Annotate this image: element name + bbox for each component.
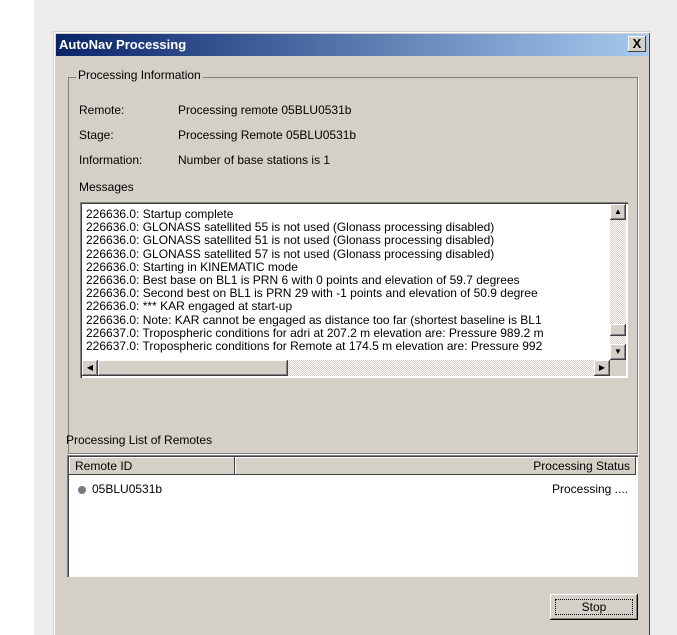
remotes-list[interactable]: Remote ID Processing Status 05BLU0531b P… <box>67 455 638 577</box>
remote-value: Processing remote 05BLU0531b <box>178 103 352 117</box>
autonav-processing-dialog: AutoNav Processing X Processing Informat… <box>53 31 650 635</box>
scroll-down-icon: ▼ <box>614 347 622 356</box>
information-label: Information: <box>79 153 143 167</box>
stage-label: Stage: <box>79 128 114 142</box>
scroll-up-button[interactable]: ▲ <box>610 204 626 220</box>
messages-vertical-scrollbar[interactable]: ▲ ▼ <box>610 204 626 360</box>
remote-label: Remote: <box>79 103 125 117</box>
processing-information-legend: Processing Information <box>76 68 203 82</box>
scroll-right-icon: ▶ <box>598 363 606 372</box>
scroll-left-icon: ◀ <box>86 363 94 372</box>
column-header-processing-status-label: Processing Status <box>533 459 630 473</box>
scrollbar-corner <box>610 360 626 376</box>
stop-button[interactable]: Stop <box>550 594 638 620</box>
focus-rectangle <box>555 599 633 615</box>
remotes-list-label: Processing List of Remotes <box>66 433 213 447</box>
stage-value: Processing Remote 05BLU0531b <box>178 128 357 142</box>
messages-label: Messages <box>79 180 134 194</box>
messages-textbox[interactable]: 226636.0: Startup complete 226636.0: GLO… <box>80 202 628 378</box>
messages-list: 226636.0: Startup complete 226636.0: GLO… <box>86 208 606 353</box>
horizontal-scroll-thumb[interactable] <box>98 360 288 376</box>
title-bar[interactable]: AutoNav Processing X <box>56 34 648 56</box>
message-line: 226637.0: Tropospheric conditions for Re… <box>86 339 543 354</box>
message-line: 226636.0: *** KAR engaged at start-up <box>86 299 293 314</box>
window-title: AutoNav Processing <box>59 37 187 52</box>
message-line: 226636.0: GLONASS satellited 57 is not u… <box>86 246 495 261</box>
column-header-processing-status[interactable]: Processing Status <box>235 457 636 475</box>
information-value: Number of base stations is 1 <box>178 153 331 167</box>
column-header-remote-id-label: Remote ID <box>75 459 133 473</box>
close-icon: X <box>632 36 642 51</box>
messages-horizontal-scrollbar[interactable]: ◀ ▶ <box>82 360 610 376</box>
processing-status-cell: Processing .... <box>551 482 628 496</box>
remotes-list-header: Remote ID Processing Status <box>69 457 636 475</box>
scroll-left-button[interactable]: ◀ <box>82 360 98 376</box>
column-header-remote-id[interactable]: Remote ID <box>69 457 235 475</box>
vertical-scroll-thumb[interactable] <box>610 324 626 336</box>
remote-id-cell: 05BLU0531b <box>92 482 163 496</box>
list-item[interactable]: 05BLU0531b Processing .... <box>75 482 628 498</box>
scroll-down-button[interactable]: ▼ <box>610 344 626 360</box>
scroll-up-icon: ▲ <box>614 207 622 216</box>
close-button[interactable]: X <box>628 36 646 52</box>
message-line: 226636.0: Note: KAR cannot be engaged as… <box>86 312 542 327</box>
message-line: 226636.0: GLONASS satellited 51 is not u… <box>86 233 495 248</box>
status-dot-icon <box>78 486 86 494</box>
scroll-right-button[interactable]: ▶ <box>594 360 610 376</box>
